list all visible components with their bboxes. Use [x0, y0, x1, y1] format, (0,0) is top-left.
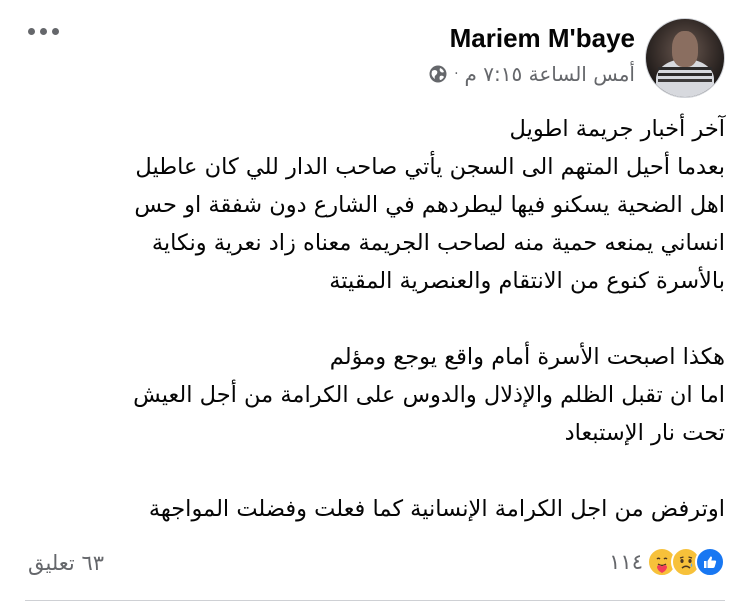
- avatar-caption-lines: [658, 67, 712, 70]
- post-line: اما ان تقبل الظلم والإذلال والدوس على ال…: [133, 382, 725, 408]
- post-paragraph-2: هكذا اصبحت الأسرة أمام واقع يوجع ومؤلم ا…: [15, 338, 725, 452]
- like-icon: [695, 547, 725, 577]
- meta-separator: ·: [454, 66, 459, 82]
- post-line: بعدما أحيل المتهم الى السجن يأتي صاحب ال…: [135, 154, 725, 180]
- post-line: انساني يمنعه حمية منه لصاحب الجريمة معنا…: [151, 230, 725, 256]
- avatar-face: [672, 31, 698, 67]
- post-meta: أمس الساعة ٧:١٥ م ·: [428, 62, 635, 86]
- reactions-summary[interactable]: ١١٤: [609, 547, 725, 577]
- reaction-count: ١١٤: [609, 550, 643, 574]
- post-timestamp[interactable]: أمس الساعة ٧:١٥ م: [465, 62, 635, 86]
- post-line: اوترفض من اجل الكرامة الإنسانية كما فعلت…: [148, 496, 725, 522]
- more-options-icon[interactable]: [28, 28, 59, 35]
- author-avatar[interactable]: [645, 18, 725, 98]
- post-line: بالأسرة كنوع من الانتقام والعنصرية المقي…: [329, 268, 725, 294]
- globe-icon[interactable]: [428, 64, 448, 84]
- author-name[interactable]: Mariem M'baye: [450, 23, 635, 54]
- comments-count[interactable]: ٦٣ تعليق: [28, 551, 104, 575]
- post-paragraph-3: اوترفض من اجل الكرامة الإنسانية كما فعلت…: [15, 490, 725, 528]
- post-line: هكذا اصبحت الأسرة أمام واقع يوجع ومؤلم: [329, 344, 725, 370]
- footer-divider: [25, 600, 725, 601]
- more-dot: [40, 28, 47, 35]
- post-line: تحت نار الإستبعاد: [564, 420, 725, 446]
- post-paragraph-1: آخر أخبار جريمة اطويل بعدما أحيل المتهم …: [15, 110, 725, 300]
- post-line: اهل الضحية يسكنو فيها ليطردهم في الشارع …: [134, 192, 725, 218]
- post-line: آخر أخبار جريمة اطويل: [509, 116, 725, 142]
- more-dot: [52, 28, 59, 35]
- more-dot: [28, 28, 35, 35]
- facebook-post: Mariem M'baye أمس الساعة ٧:١٥ م · آخر أخ…: [0, 0, 750, 608]
- post-footer: ١١٤ ٦٣ تعليق: [0, 543, 750, 587]
- post-body: آخر أخبار جريمة اطويل بعدما أحيل المتهم …: [15, 110, 725, 528]
